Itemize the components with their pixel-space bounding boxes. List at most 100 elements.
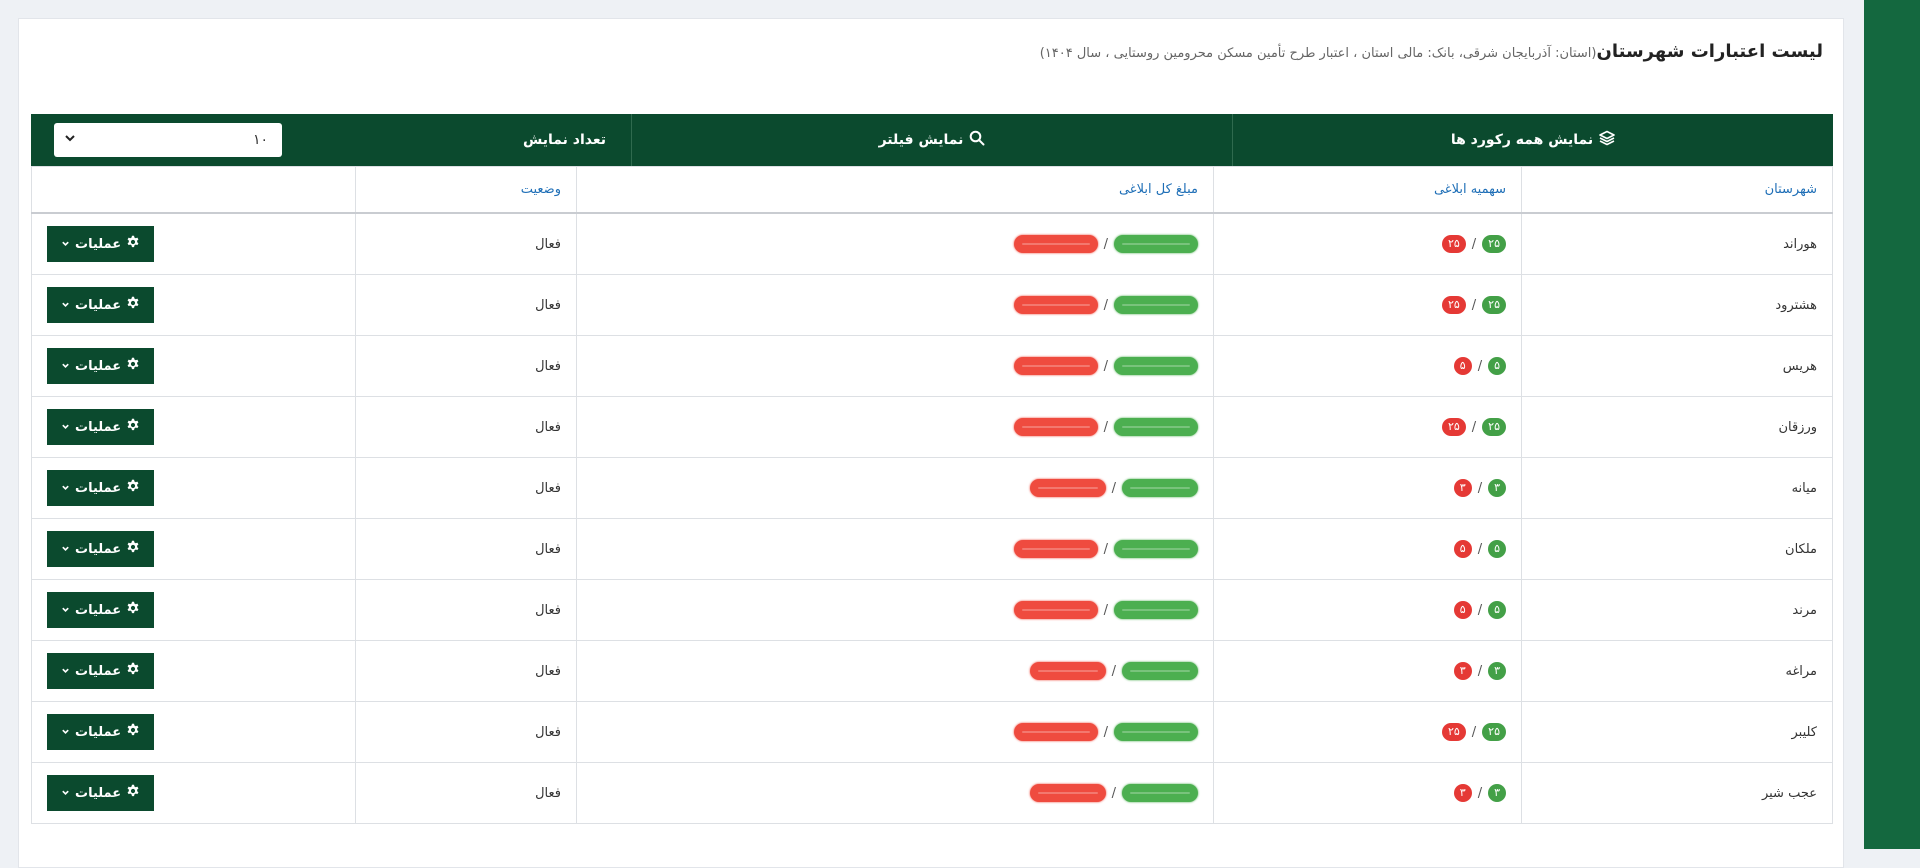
chevron-down-icon: [61, 420, 70, 435]
status-text: فعال: [535, 358, 561, 374]
amount-green-badge: [1114, 418, 1198, 436]
status-cell: فعال: [355, 335, 577, 397]
operations-label: عملیات: [75, 724, 122, 740]
column-header-amount[interactable]: مبلغ کل ابلاغی: [576, 166, 1214, 214]
show-filter-button[interactable]: نمایش فیلتر: [631, 114, 1232, 166]
quota-cell: ۲۵ / ۲۵: [1213, 274, 1522, 336]
operations-label: عملیات: [75, 663, 122, 679]
separator: /: [1471, 724, 1477, 740]
quota-red-badge: ۳: [1453, 784, 1472, 802]
status-cell: فعال: [355, 396, 577, 458]
county-cell: مراغه: [1521, 640, 1833, 702]
amount-cell: /: [576, 274, 1214, 336]
operations-cell: عملیات: [31, 457, 356, 519]
status-cell: فعال: [355, 457, 577, 519]
separator: /: [1103, 724, 1108, 740]
operations-button[interactable]: عملیات: [47, 592, 155, 628]
amount-green-badge: [1114, 296, 1198, 314]
status-text: فعال: [535, 480, 561, 496]
status-cell: فعال: [355, 274, 577, 336]
county-name: ملکان: [1785, 541, 1817, 557]
table-row: مراغه ۳ / ۳ / فعال عملیات: [31, 640, 1833, 702]
county-cell: عجب شیر: [1521, 762, 1833, 824]
page-title: لیست اعتبارات شهرستان(استان: آذربایجان ش…: [1040, 41, 1823, 62]
page-size-select[interactable]: ۱۰: [54, 123, 282, 157]
county-cell: میانه: [1521, 457, 1833, 519]
operations-button[interactable]: عملیات: [47, 653, 155, 689]
quota-green-badge: ۳: [1488, 784, 1506, 802]
show-all-records-button[interactable]: نمایش همه رکورد ها: [1232, 114, 1833, 166]
table-header-row: شهرستان سهمیه ابلاغی مبلغ کل ابلاغی وضعی…: [31, 166, 1833, 214]
county-name: میانه: [1791, 480, 1817, 496]
status-cell: فعال: [355, 212, 577, 275]
page-title-text: لیست اعتبارات شهرستان: [1596, 41, 1823, 62]
gear-icon: [126, 479, 140, 497]
gear-icon: [126, 235, 140, 253]
county-cell: هریس: [1521, 335, 1833, 397]
separator: /: [1103, 541, 1108, 557]
table-row: عجب شیر ۳ / ۳ / فعال عملیات: [31, 762, 1833, 824]
quota-cell: ۲۵ / ۲۵: [1213, 212, 1522, 275]
quota-green-badge: ۲۵: [1482, 235, 1506, 253]
separator: /: [1111, 663, 1116, 679]
operations-button[interactable]: عملیات: [47, 775, 155, 811]
separator: /: [1111, 480, 1116, 496]
separator: /: [1477, 602, 1483, 618]
amount-red-badge: [1013, 601, 1098, 619]
amount-green-badge: [1122, 784, 1198, 802]
status-cell: فعال: [355, 640, 577, 702]
operations-button[interactable]: عملیات: [47, 714, 155, 750]
status-cell: فعال: [355, 518, 577, 580]
table-row: میانه ۳ / ۳ / فعال عملیات: [31, 457, 1833, 519]
quota-green-badge: ۲۵: [1482, 418, 1506, 436]
quota-red-badge: ۵: [1453, 357, 1472, 375]
quota-red-badge: ۲۵: [1441, 723, 1466, 741]
quota-red-badge: ۲۵: [1441, 235, 1466, 253]
table-row: هوراند ۲۵ / ۲۵ / فعال عملیات: [31, 212, 1833, 275]
page-size-label: تعداد نمایش: [522, 132, 606, 148]
status-cell: فعال: [355, 579, 577, 641]
operations-cell: عملیات: [31, 701, 356, 763]
operations-button[interactable]: عملیات: [47, 226, 155, 262]
operations-button[interactable]: عملیات: [47, 287, 155, 323]
amount-green-badge: [1114, 601, 1198, 619]
amount-cell: /: [576, 212, 1214, 275]
quota-red-badge: ۵: [1453, 540, 1472, 558]
operations-button[interactable]: عملیات: [47, 348, 155, 384]
amount-cell: /: [576, 335, 1214, 397]
amount-green-badge: [1114, 235, 1198, 253]
operations-button[interactable]: عملیات: [47, 409, 155, 445]
gear-icon: [126, 418, 140, 436]
column-header-county[interactable]: شهرستان: [1521, 166, 1833, 214]
amount-cell: /: [576, 640, 1214, 702]
operations-button[interactable]: عملیات: [47, 470, 155, 506]
quota-cell: ۳ / ۳: [1213, 762, 1522, 824]
separator: /: [1103, 358, 1108, 374]
quota-cell: ۳ / ۳: [1213, 640, 1522, 702]
table-row: هشترود ۲۵ / ۲۵ / فعال عملیات: [31, 274, 1833, 336]
quota-red-badge: ۲۵: [1441, 418, 1466, 436]
gear-icon: [126, 540, 140, 558]
operations-label: عملیات: [75, 541, 122, 557]
county-name: مرند: [1792, 602, 1817, 618]
gear-icon: [126, 784, 140, 802]
column-header-quota[interactable]: سهمیه ابلاغی: [1213, 166, 1522, 214]
show-all-records-label: نمایش همه رکورد ها: [1450, 132, 1594, 148]
county-cell: مرند: [1521, 579, 1833, 641]
column-header-status[interactable]: وضعیت: [355, 166, 577, 214]
quota-cell: ۲۵ / ۲۵: [1213, 701, 1522, 763]
status-cell: فعال: [355, 701, 577, 763]
table-row: ملکان ۵ / ۵ / فعال عملیات: [31, 518, 1833, 580]
quota-green-badge: ۳: [1488, 662, 1506, 680]
amount-red-badge: [1013, 723, 1098, 741]
quota-green-badge: ۵: [1488, 357, 1506, 375]
quota-cell: ۵ / ۵: [1213, 579, 1522, 641]
county-cell: هشترود: [1521, 274, 1833, 336]
operations-button[interactable]: عملیات: [47, 531, 155, 567]
amount-green-badge: [1122, 479, 1198, 497]
status-cell: فعال: [355, 762, 577, 824]
operations-cell: عملیات: [31, 518, 356, 580]
table-row: مرند ۵ / ۵ / فعال عملیات: [31, 579, 1833, 641]
amount-red-badge: [1029, 784, 1106, 802]
credits-table: شهرستان سهمیه ابلاغی مبلغ کل ابلاغی وضعی…: [31, 166, 1833, 824]
